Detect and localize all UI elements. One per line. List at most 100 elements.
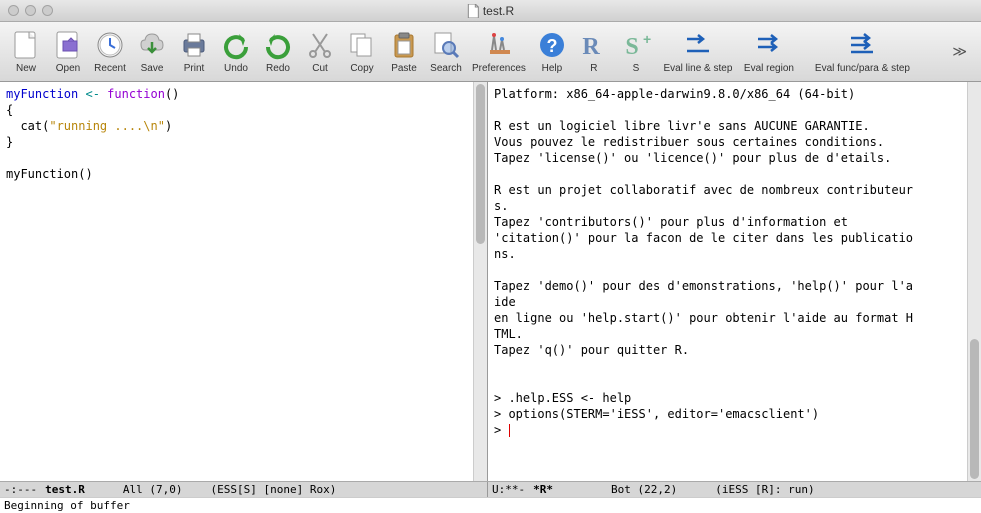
- r-button[interactable]: R R: [574, 27, 614, 76]
- traffic-lights: [8, 5, 53, 16]
- console-line: >: [494, 423, 508, 437]
- preferences-icon: [483, 29, 515, 61]
- modeline-row: -:--- test.R All (7,0) (ESS[S] [none] Ro…: [0, 481, 981, 497]
- left-pane[interactable]: myFunction <- function() { cat("running …: [0, 82, 488, 481]
- minibuffer-text: Beginning of buffer: [4, 499, 130, 512]
- right-modeline[interactable]: U:**- *R* Bot (22,2) (iESS [R]: run): [488, 482, 981, 497]
- eval-func-button[interactable]: Eval func/para & step: [800, 27, 925, 76]
- eval-line-label: Eval line & step: [663, 63, 732, 74]
- search-button[interactable]: Search: [426, 27, 466, 76]
- editor-area: myFunction <- function() { cat("running …: [0, 82, 981, 481]
- console-line: > options(STERM='iESS', editor='emacscli…: [494, 407, 819, 421]
- search-icon: [430, 29, 462, 61]
- open-button[interactable]: Open: [48, 27, 88, 76]
- modeline-position: All (7,0): [119, 482, 187, 497]
- s-button[interactable]: S+ S: [616, 27, 656, 76]
- print-button[interactable]: Print: [174, 27, 214, 76]
- r-label: R: [590, 63, 597, 74]
- code-token: (): [165, 87, 179, 101]
- console-line: R est un projet collaboratif avec de nom…: [494, 183, 913, 197]
- code-token: myFunction(): [6, 167, 93, 181]
- source-code[interactable]: myFunction <- function() { cat("running …: [0, 82, 487, 186]
- new-button[interactable]: New: [6, 27, 46, 76]
- console-line: Tapez 'contributors()' pour plus d'infor…: [494, 215, 848, 229]
- console-line: TML.: [494, 327, 523, 341]
- toolbar-overflow-button[interactable]: ≫: [952, 43, 975, 60]
- recent-button[interactable]: Recent: [90, 27, 130, 76]
- eval-region-label: Eval region: [744, 63, 794, 74]
- left-modeline[interactable]: -:--- test.R All (7,0) (ESS[S] [none] Ro…: [0, 482, 488, 497]
- help-icon: ?: [536, 29, 568, 61]
- modeline-buffer: *R*: [529, 482, 557, 497]
- copy-label: Copy: [350, 63, 373, 74]
- r-console-output[interactable]: Platform: x86_64-apple-darwin9.8.0/x86_6…: [488, 82, 981, 442]
- modeline-buffer: test.R: [41, 482, 89, 497]
- svg-text:S: S: [625, 34, 638, 60]
- window-title: test.R: [467, 4, 514, 18]
- eval-func-label: Eval func/para & step: [815, 63, 910, 74]
- cut-button[interactable]: Cut: [300, 27, 340, 76]
- code-token: }: [6, 135, 13, 149]
- code-token: myFunction: [6, 87, 78, 101]
- modeline-position: Bot (22,2): [607, 482, 681, 497]
- cursor: [509, 424, 510, 437]
- new-label: New: [16, 63, 36, 74]
- left-scrollbar[interactable]: [473, 82, 487, 481]
- right-scrollbar[interactable]: [967, 82, 981, 481]
- recent-icon: [94, 29, 126, 61]
- console-line: Tapez 'license()' ou 'licence()' pour pl…: [494, 151, 891, 165]
- svg-text:?: ?: [546, 36, 557, 56]
- minimize-window-button[interactable]: [25, 5, 36, 16]
- paste-button[interactable]: Paste: [384, 27, 424, 76]
- eval-line-icon: [682, 29, 714, 61]
- code-token: "running ....\n": [49, 119, 165, 133]
- code-token: cat(: [6, 119, 49, 133]
- zoom-window-button[interactable]: [42, 5, 53, 16]
- code-token: function: [107, 87, 165, 101]
- console-line: R est un logiciel libre livr'e sans AUCU…: [494, 119, 870, 133]
- console-line: Vous pouvez le redistribuer sous certain…: [494, 135, 884, 149]
- modeline-prefix: U:**-: [488, 482, 529, 497]
- minibuffer[interactable]: Beginning of buffer: [0, 497, 981, 513]
- redo-icon: [262, 29, 294, 61]
- print-icon: [178, 29, 210, 61]
- open-icon: [52, 29, 84, 61]
- right-pane[interactable]: Platform: x86_64-apple-darwin9.8.0/x86_6…: [488, 82, 981, 481]
- modeline-modes: (ESS[S] [none] Rox): [206, 482, 340, 497]
- console-line: > .help.ESS <- help: [494, 391, 631, 405]
- paste-icon: [388, 29, 420, 61]
- console-line: en ligne ou 'help.start()' pour obtenir …: [494, 311, 913, 325]
- code-token: {: [6, 103, 13, 117]
- copy-button[interactable]: Copy: [342, 27, 382, 76]
- code-token: ): [165, 119, 172, 133]
- eval-region-icon: [753, 29, 785, 61]
- save-icon: [136, 29, 168, 61]
- help-button[interactable]: ? Help: [532, 27, 572, 76]
- eval-line-button[interactable]: Eval line & step: [658, 27, 738, 76]
- eval-region-button[interactable]: Eval region: [740, 27, 798, 76]
- console-line: s.: [494, 199, 508, 213]
- console-line: ide: [494, 295, 516, 309]
- window-title-text: test.R: [483, 4, 514, 18]
- undo-label: Undo: [224, 63, 248, 74]
- save-button[interactable]: Save: [132, 27, 172, 76]
- open-label: Open: [56, 63, 80, 74]
- console-line: Platform: x86_64-apple-darwin9.8.0/x86_6…: [494, 87, 855, 101]
- search-label: Search: [430, 63, 462, 74]
- titlebar: test.R: [0, 0, 981, 22]
- help-label: Help: [542, 63, 563, 74]
- undo-button[interactable]: Undo: [216, 27, 256, 76]
- close-window-button[interactable]: [8, 5, 19, 16]
- modeline-modes: (iESS [R]: run): [711, 482, 818, 497]
- svg-text:R: R: [582, 34, 600, 60]
- console-line: 'citation()' pour la facon de le citer d…: [494, 231, 913, 245]
- redo-button[interactable]: Redo: [258, 27, 298, 76]
- document-icon: [467, 4, 479, 18]
- cut-icon: [304, 29, 336, 61]
- modeline-prefix: -:---: [0, 482, 41, 497]
- copy-icon: [346, 29, 378, 61]
- r-icon: R: [578, 29, 610, 61]
- print-label: Print: [184, 63, 205, 74]
- preferences-button[interactable]: Preferences: [468, 27, 530, 76]
- redo-label: Redo: [266, 63, 290, 74]
